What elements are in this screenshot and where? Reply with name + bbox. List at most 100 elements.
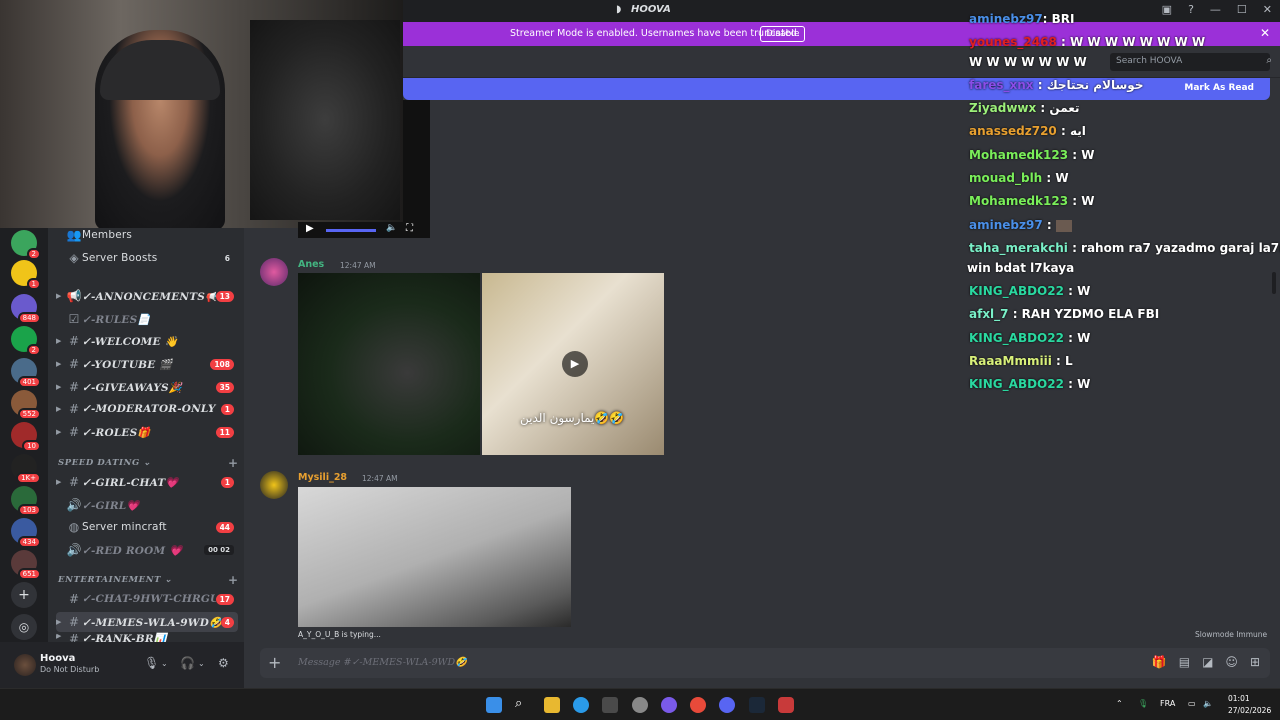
channel-item[interactable]: 🔊 ✓-GIRL💗: [56, 495, 238, 515]
message-placeholder[interactable]: Message #✓-MEMES-WLA-9WD🤣: [298, 657, 467, 668]
rules-icon: ☑: [68, 312, 80, 326]
channel-item[interactable]: # ✓-CHAT-9HWT-CHRGUI 17: [56, 589, 238, 609]
server-icon[interactable]: 2: [11, 326, 41, 356]
clock-time[interactable]: 01:01: [1228, 694, 1250, 703]
channel-item[interactable]: ▶ # ✓-WELCOME 👋: [56, 331, 238, 351]
channel-item[interactable]: ▶ 📢 ✓-ANNONCEMENTS📢 13: [56, 286, 238, 306]
start-icon[interactable]: [486, 697, 502, 713]
chat-msg: : BRI: [1042, 12, 1075, 26]
channel-item[interactable]: ▶ # ✓-RANK-BR📊: [56, 632, 238, 642]
user-status: Do Not Disturb: [40, 665, 100, 674]
play-icon[interactable]: ▶: [562, 351, 588, 377]
volume-icon[interactable]: 🔈: [386, 223, 397, 233]
message-time: 12:47 AM: [340, 261, 376, 270]
video-thumbnail[interactable]: [298, 487, 571, 627]
fullscreen-icon[interactable]: ⛶: [406, 223, 413, 234]
server-icon[interactable]: 1K+: [11, 454, 41, 484]
chevron-down-icon[interactable]: ⌄: [198, 659, 205, 668]
channel-name: ✓-GIVEAWAYS🎉: [82, 381, 183, 394]
message-author[interactable]: Mysili_28: [298, 472, 347, 483]
close-button[interactable]: ✕: [1263, 3, 1272, 16]
edge-icon[interactable]: [573, 697, 589, 713]
chat-msg: win bdat l7kaya: [967, 261, 1075, 275]
steam-icon[interactable]: [749, 697, 765, 713]
server-icon[interactable]: 10: [11, 422, 41, 452]
apps-icon[interactable]: ⊞: [1250, 655, 1260, 669]
channel-item[interactable]: ▶ # ✓-ROLES🎁 11: [56, 422, 238, 442]
sticker-icon[interactable]: ◪: [1202, 655, 1213, 669]
channel-item[interactable]: ▶ # ✓-YOUTUBE 🎬 108: [56, 354, 238, 374]
video-embed[interactable]: [403, 100, 430, 238]
chat-line: anassedz720 : ايه: [969, 124, 1086, 138]
add-attachment-icon[interactable]: +: [268, 653, 281, 672]
add-channel-icon[interactable]: +: [228, 573, 239, 587]
channel-item[interactable]: ▶ # ✓-MODERATOR-ONLY 1: [56, 399, 238, 419]
chevron-up-icon[interactable]: ⌃: [1116, 699, 1123, 708]
clock-date[interactable]: 27/02/2026: [1228, 706, 1271, 715]
add-channel-icon[interactable]: +: [228, 456, 239, 470]
emoji-icon[interactable]: ☺: [1225, 655, 1238, 669]
server-icon[interactable]: 1: [11, 260, 41, 290]
language-indicator[interactable]: FRA: [1160, 699, 1175, 708]
channel-item-selected[interactable]: ▶ # ✓-MEMES-WLA-9WD🤣 4: [56, 612, 238, 632]
hash-icon: #: [68, 475, 80, 489]
channel-item[interactable]: ☑ ✓-RULES📄: [56, 309, 238, 329]
video-progress[interactable]: [326, 229, 376, 232]
gif-icon[interactable]: ▤: [1179, 655, 1190, 669]
emote-icon: [1055, 219, 1072, 232]
network-icon[interactable]: ▭: [1188, 699, 1196, 708]
avatar[interactable]: [260, 471, 288, 499]
channel-item[interactable]: ◍ Server mincraft 44: [56, 517, 238, 537]
server-icon[interactable]: 552: [11, 390, 41, 420]
server-icon[interactable]: 651: [11, 550, 41, 580]
discover-icon[interactable]: ◎: [11, 614, 37, 640]
add-server-icon[interactable]: +: [11, 582, 37, 608]
typing-indicator: A_Y_O_U_B is typing...: [298, 630, 381, 639]
store-icon[interactable]: [602, 697, 618, 713]
video-thumbnail[interactable]: ▶ يمارسون الدين🤣🤣: [482, 273, 664, 455]
microphone-icon[interactable]: 🎙: [144, 656, 159, 670]
microphone-icon[interactable]: 🎙: [1138, 699, 1148, 708]
avatar[interactable]: [14, 654, 36, 676]
close-banner-icon[interactable]: ✕: [1260, 26, 1270, 40]
server-icon[interactable]: 103: [11, 486, 41, 516]
channel-sidebar: 👥 Members ◈ Server Boosts 6 ▶ 📢 ✓-ANNONCEMENT…: [48, 228, 244, 642]
video-controls[interactable]: ▶ 🔈 ⛶: [298, 222, 430, 238]
category-speed-dating[interactable]: SPEED DATING ⌄ +: [58, 456, 238, 470]
server-boosts-item[interactable]: ◈ Server Boosts 6: [56, 248, 238, 268]
search-icon[interactable]: ⌕: [515, 696, 522, 711]
message-input[interactable]: + Message #✓-MEMES-WLA-9WD🤣 🎁 ▤ ◪ ☺ ⊞: [260, 648, 1270, 678]
app-icon[interactable]: [661, 697, 677, 713]
video-thumbnail[interactable]: [298, 273, 480, 455]
avatar[interactable]: [260, 258, 288, 286]
chevron-down-icon[interactable]: ⌄: [161, 659, 168, 668]
chat-msg: : W W W W W W W W: [1056, 35, 1206, 49]
channel-item[interactable]: 🔊 ✓-RED ROOM 💗 00 02: [56, 540, 238, 560]
server-icon[interactable]: 401: [11, 358, 41, 388]
chat-user: fares_xnx: [969, 78, 1034, 92]
gear-icon[interactable]: ⚙: [218, 656, 229, 670]
chat-msg: W W W W W W W: [969, 55, 1087, 69]
file-explorer-icon[interactable]: [544, 697, 560, 713]
server-icon[interactable]: 848: [11, 294, 41, 324]
server-icon[interactable]: 2: [11, 230, 41, 260]
app-icon[interactable]: [632, 697, 648, 713]
scrollbar-thumb[interactable]: [1272, 272, 1276, 294]
streamer-webcam: [0, 0, 403, 228]
members-item[interactable]: 👥 Members: [56, 225, 238, 245]
chrome-icon[interactable]: [690, 697, 706, 713]
server-icon[interactable]: 434: [11, 518, 41, 548]
message-author[interactable]: Anes: [298, 259, 324, 270]
discord-icon[interactable]: [719, 697, 735, 713]
chat-user: younes_2468: [969, 35, 1057, 49]
boost-count: 6: [224, 253, 230, 263]
category-entertainement[interactable]: ENTERTAINEMENT ⌄ +: [58, 573, 238, 587]
headphones-icon[interactable]: 🎧: [180, 656, 195, 670]
channel-item[interactable]: ▶ # ✓-GIRL-CHAT💗 1: [56, 472, 238, 492]
disable-streamer-mode-button[interactable]: Disable: [760, 26, 806, 42]
volume-icon[interactable]: 🔈: [1203, 699, 1213, 708]
channel-item[interactable]: ▶ # ✓-GIVEAWAYS🎉 35: [56, 377, 238, 397]
recorder-icon[interactable]: [778, 697, 794, 713]
gift-icon[interactable]: 🎁: [1152, 655, 1167, 669]
play-icon[interactable]: ▶: [306, 223, 314, 234]
